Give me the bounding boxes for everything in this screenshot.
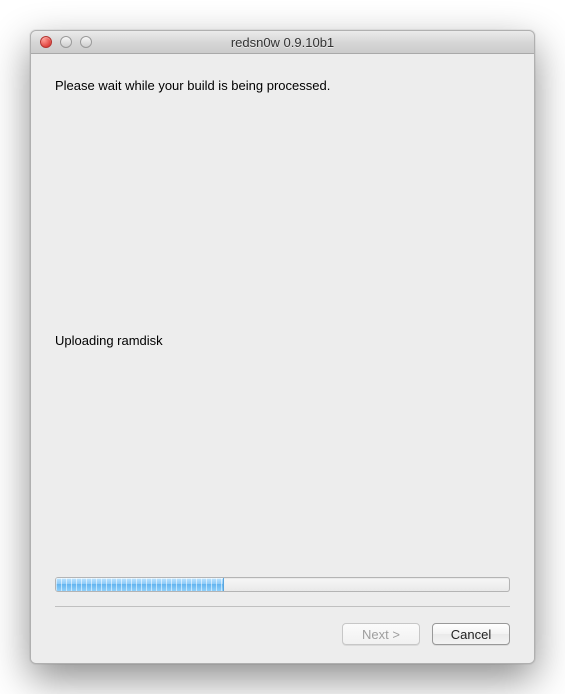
button-row: Next > Cancel bbox=[55, 607, 510, 645]
spacer bbox=[55, 103, 510, 333]
progress-container bbox=[55, 577, 510, 592]
zoom-icon bbox=[80, 36, 92, 48]
cancel-button[interactable]: Cancel bbox=[432, 623, 510, 645]
window-title: redsn0w 0.9.10b1 bbox=[31, 35, 534, 50]
minimize-icon bbox=[60, 36, 72, 48]
traffic-lights bbox=[40, 36, 92, 48]
next-button: Next > bbox=[342, 623, 420, 645]
instruction-text: Please wait while your build is being pr… bbox=[55, 78, 510, 93]
close-icon[interactable] bbox=[40, 36, 52, 48]
content-area: Please wait while your build is being pr… bbox=[31, 54, 534, 663]
progress-bar bbox=[55, 577, 510, 592]
status-text: Uploading ramdisk bbox=[55, 333, 510, 348]
app-window: redsn0w 0.9.10b1 Please wait while your … bbox=[30, 30, 535, 664]
progress-fill bbox=[56, 578, 224, 591]
spacer bbox=[55, 348, 510, 577]
titlebar[interactable]: redsn0w 0.9.10b1 bbox=[31, 31, 534, 54]
